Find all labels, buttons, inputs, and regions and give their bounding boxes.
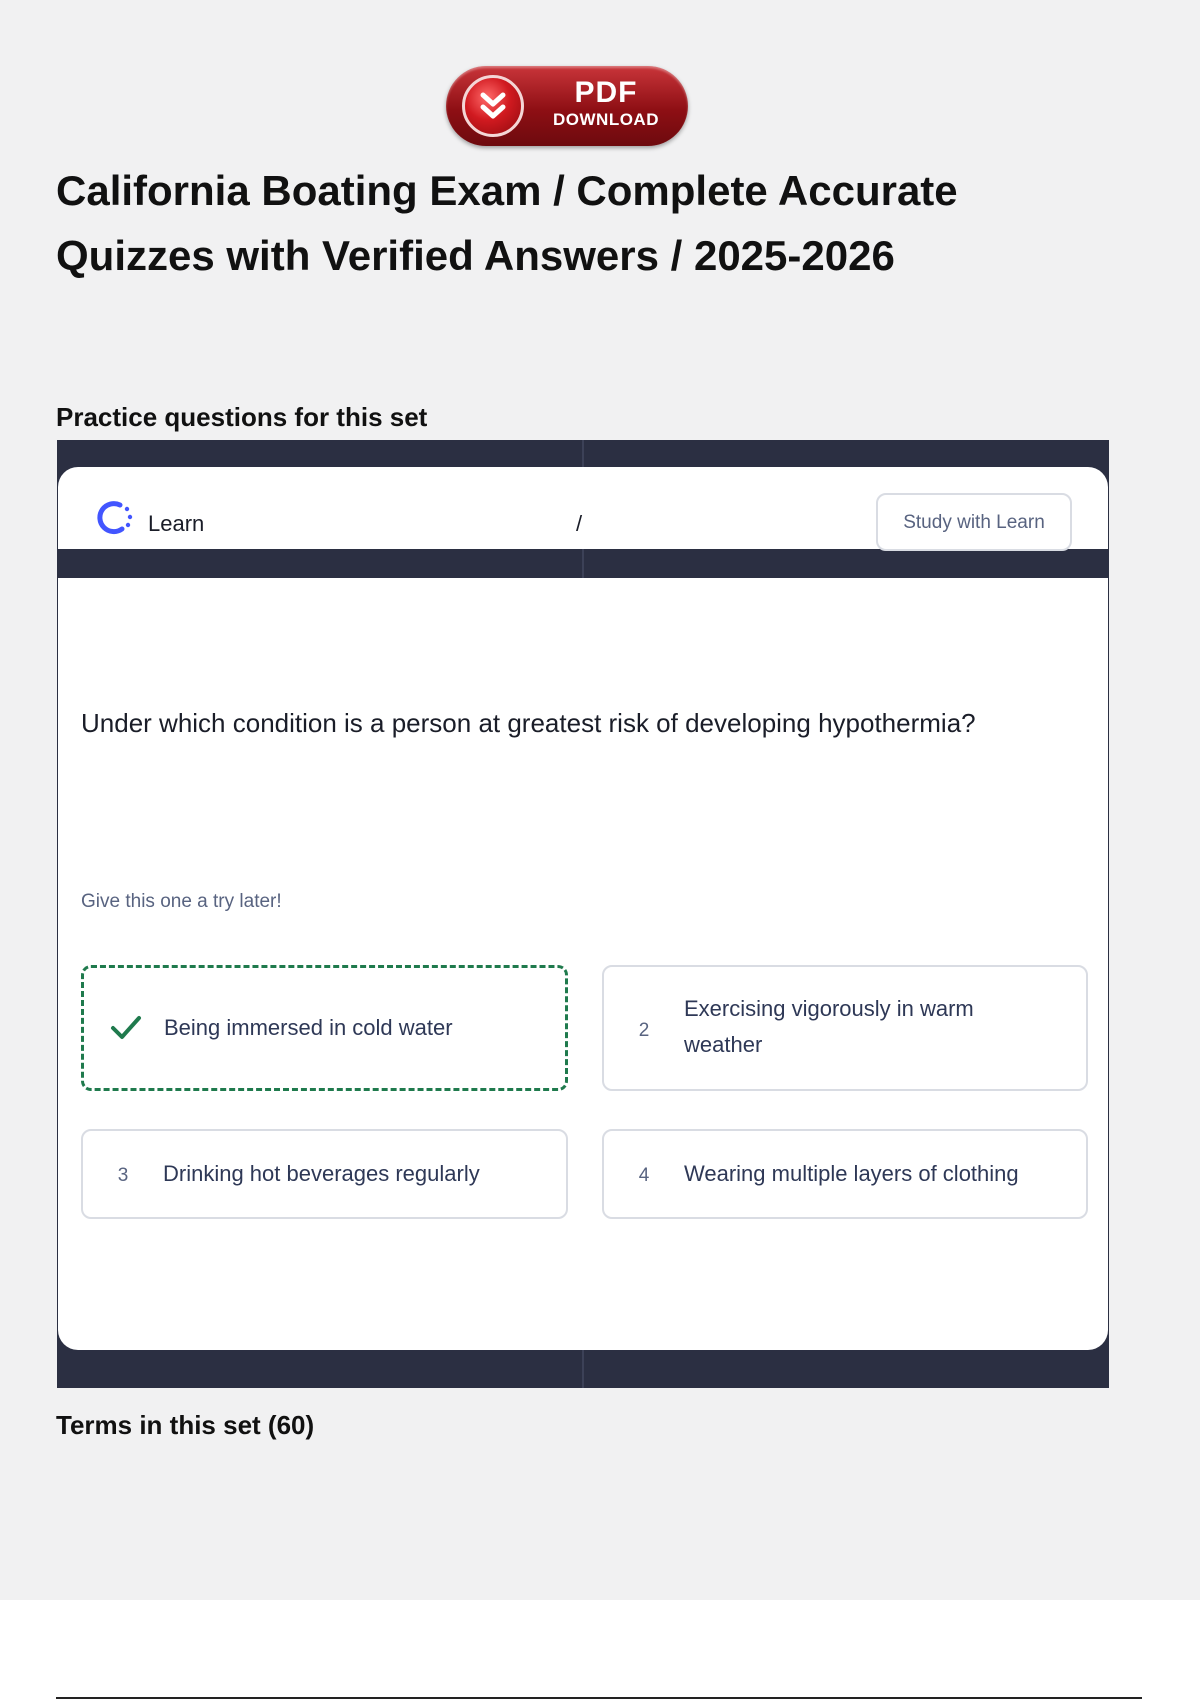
practice-questions-heading: Practice questions for this set bbox=[56, 402, 428, 432]
learn-widget: Learn / Study with Learn Under which con… bbox=[57, 440, 1109, 1388]
widget-header: Learn / Study with Learn bbox=[58, 467, 1108, 551]
answer-option-1[interactable]: Being immersed in cold water bbox=[81, 965, 568, 1091]
answer-option-text: Being immersed in cold water bbox=[164, 1015, 453, 1040]
learn-label: Learn bbox=[148, 511, 205, 536]
download-badge-label: DOWNLOAD bbox=[553, 110, 659, 129]
checkmark-icon bbox=[111, 1016, 141, 1039]
question-text: Under which condition is a person at gre… bbox=[81, 708, 976, 738]
answer-option-text: Exercising vigorously in warm weather bbox=[684, 996, 974, 1057]
terms-heading: Terms in this set (60) bbox=[56, 1410, 315, 1440]
option-number: 3 bbox=[117, 1165, 129, 1186]
pdf-download-button[interactable]: PDF DOWNLOAD bbox=[446, 66, 688, 146]
answer-option-text: Wearing multiple layers of clothing bbox=[684, 1161, 1019, 1186]
answer-option-4[interactable]: 4 Wearing multiple layers of clothing bbox=[602, 1129, 1088, 1219]
bottom-divider bbox=[56, 1697, 1142, 1699]
option-number: 4 bbox=[638, 1165, 650, 1186]
answer-option-3[interactable]: 3 Drinking hot beverages regularly bbox=[81, 1129, 568, 1219]
option-number: 2 bbox=[638, 1020, 650, 1041]
pdf-badge-label: PDF bbox=[574, 76, 638, 109]
answer-option-text: Drinking hot beverages regularly bbox=[163, 1161, 480, 1186]
document-title: California Boating Exam / Complete Accur… bbox=[56, 167, 958, 279]
answer-option-2[interactable]: 2 Exercising vigorously in warm weather bbox=[602, 965, 1088, 1091]
breadcrumb-separator: / bbox=[576, 511, 583, 536]
hint-text: Give this one a try later! bbox=[81, 891, 282, 912]
study-with-learn-button[interactable]: Study with Learn bbox=[876, 493, 1072, 551]
question-card: Under which condition is a person at gre… bbox=[58, 578, 1108, 1350]
learn-progress-icon bbox=[97, 501, 133, 535]
pdf-download-icon bbox=[462, 75, 524, 137]
